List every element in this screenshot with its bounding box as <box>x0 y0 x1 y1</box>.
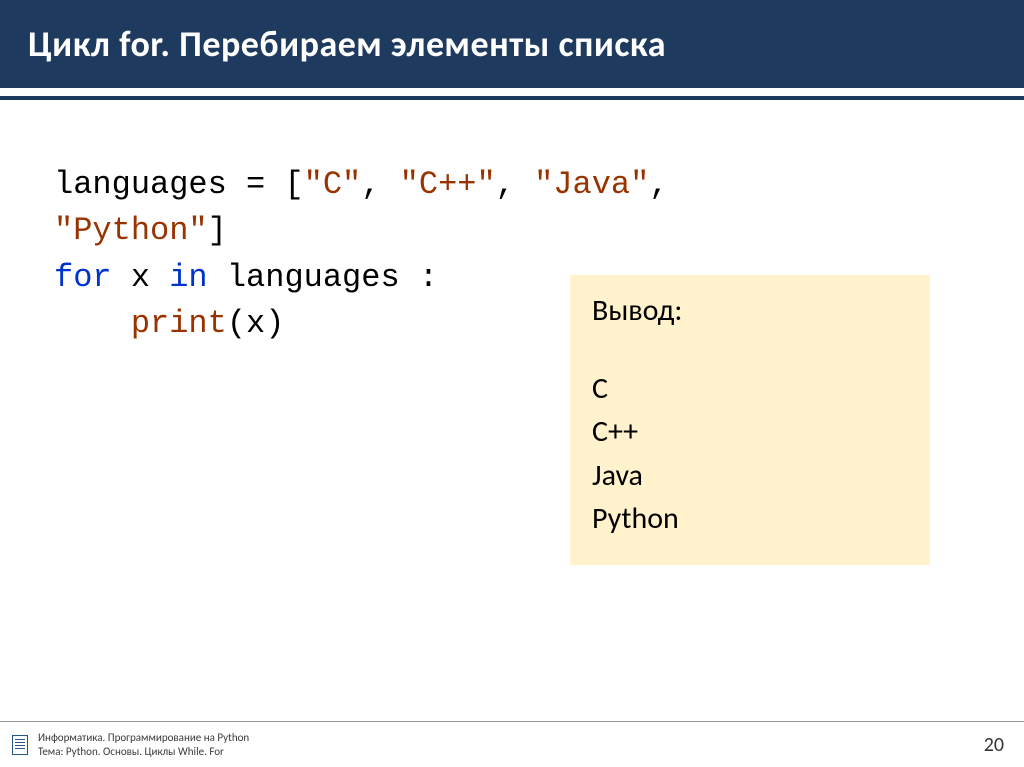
slide-content: languages = ["C", "C++", "Java", "Python… <box>0 100 1024 348</box>
slide: Цикл for. Перебираем элементы списка lan… <box>0 0 1024 767</box>
slide-footer: Информатика. Программирование на Python … <box>0 721 1024 767</box>
slide-header: Цикл for. Перебираем элементы списка <box>0 0 1024 88</box>
code-token: x <box>246 305 265 342</box>
code-token: , <box>361 166 399 203</box>
code-keyword: for <box>54 259 112 296</box>
code-string: "Java" <box>534 166 649 203</box>
output-line: Java <box>592 454 908 498</box>
code-token: languages = [ <box>54 166 304 203</box>
code-token: , <box>496 166 534 203</box>
slide-title: Цикл for. Перебираем элементы списка <box>28 22 996 66</box>
code-token: ] <box>208 212 227 249</box>
code-string: "Python" <box>54 212 208 249</box>
output-line: C++ <box>592 410 908 454</box>
code-func: print <box>131 305 227 342</box>
code-string: "C++" <box>400 166 496 203</box>
code-keyword: in <box>169 259 207 296</box>
output-line: Python <box>592 497 908 541</box>
footer-text: Информатика. Программирование на Python … <box>38 731 249 759</box>
output-title: Вывод: <box>592 289 908 333</box>
code-string: "C" <box>304 166 362 203</box>
code-line-2: "Python"] <box>54 208 970 254</box>
code-line-1: languages = ["C", "C++", "Java", <box>54 162 970 208</box>
page-number: 20 <box>984 733 1004 757</box>
output-box: Вывод: C C++ Java Python <box>570 275 930 565</box>
output-line: C <box>592 367 908 411</box>
code-token: , <box>649 166 668 203</box>
code-token: ) <box>265 305 284 342</box>
code-token: languages : <box>208 259 438 296</box>
footer-line-2: Тема: Python. Основы. Циклы While. For <box>38 745 249 759</box>
code-token: ( <box>227 305 246 342</box>
footer-line-1: Информатика. Программирование на Python <box>38 731 249 745</box>
document-icon <box>12 735 28 755</box>
code-token: x <box>112 259 170 296</box>
